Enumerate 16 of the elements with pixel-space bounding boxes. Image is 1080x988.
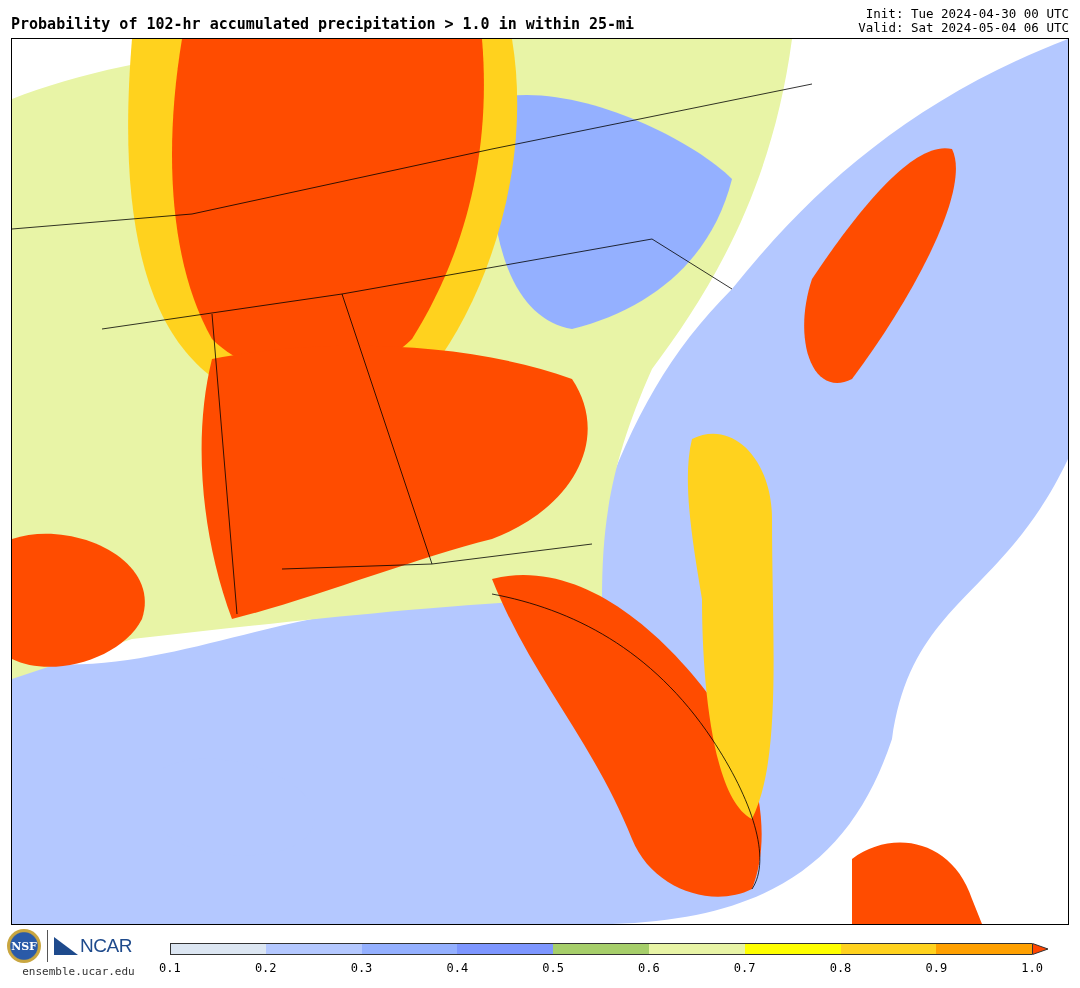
- triangle-icon: [54, 937, 79, 955]
- tick-label: 0.6: [637, 961, 661, 975]
- website-url: ensemble.ucar.edu: [22, 965, 135, 978]
- init-time: Init: Tue 2024-04-30 00 UTC: [865, 7, 1069, 21]
- tick-label: 0.8: [828, 961, 853, 975]
- tick-label: 1.0: [1020, 961, 1044, 975]
- wordmark-logo: NCAR: [80, 935, 132, 957]
- tick-label: 0.9: [924, 961, 949, 975]
- tick-label: 0.4: [445, 961, 470, 975]
- seal-logo: NSF: [7, 929, 42, 963]
- chart-title: Probability of 102-hr accumulated precipitation > 1.0 in within 25-mi: [11, 15, 635, 35]
- valid-time: Valid: Sat 2024-05-04 06 UTC: [858, 21, 1069, 35]
- tick-label: 0.5: [541, 961, 565, 975]
- tick-label: 0.7: [732, 961, 757, 975]
- tick-label: 0.3: [349, 961, 374, 975]
- tick-label: 0.2: [253, 961, 278, 975]
